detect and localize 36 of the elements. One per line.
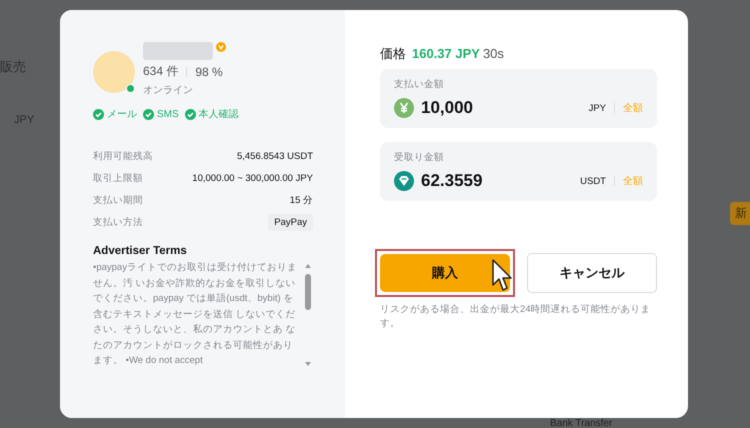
terms-text: •paypayライトでのお取引は受け付けておりません。汚 いお金や詐欺的なお金を取引しないでください。paypay では単語(usdt、bybit) を含むテキストメッセージを送信 しないでください。そうしないと、私のアカウントとあ なたのアカウントがロックされる可能性があります。 •We do not accept [93, 261, 298, 368]
detail-value: 10,000.00 ~ 300,000.00 JPY [192, 172, 313, 184]
terms-title: Advertiser Terms [93, 245, 188, 257]
price-label: 価格 [380, 45, 406, 63]
detail-label: 支払い期間 [93, 194, 143, 206]
payment-label: Bank Transfer [550, 418, 612, 428]
detail-label: 取引上限額 [93, 172, 143, 184]
amount-label: 支払い金額 [394, 78, 445, 91]
verification-label: SMS [157, 108, 179, 120]
completion-rate: 98 % [195, 64, 223, 78]
avatar [93, 51, 135, 93]
blurred-name [143, 42, 213, 60]
risk-note: リスクがある場合、出金が最大24時間遅れる可能性があります。 [380, 303, 652, 331]
verification-label: メール [107, 108, 137, 121]
currency-unit: USDT [580, 176, 606, 186]
amount-value: 62.3559 [421, 171, 484, 191]
detail-value: 5,456.8543 USDT [236, 150, 313, 162]
detail-label: 支払い方法 [93, 216, 143, 228]
payment-method-tag: PayPay [268, 214, 313, 230]
detail-label: 利用可能残高 [93, 150, 153, 162]
detail-value: 15 分 [290, 194, 313, 206]
verification-label: 本人確認 [198, 108, 239, 121]
currency-unit: JPY [588, 102, 606, 114]
price-value: 160.37 JPY [412, 46, 480, 61]
amount-value: 10,000 [421, 98, 474, 118]
price-countdown: 30s [482, 46, 504, 61]
online-status: オンライン [143, 84, 194, 97]
cancel-button[interactable]: キャンセル [527, 253, 657, 293]
buy-button[interactable]: 購入 [380, 254, 510, 292]
amount-label: 受取り金額 [394, 151, 445, 164]
amount-field[interactable]: 支払い金額 10,000 JPY 全額 [380, 69, 657, 128]
order-count: 634 件 [143, 63, 178, 80]
new-tag: 新 [730, 202, 750, 225]
diamond-coin-icon [394, 171, 414, 191]
amount-field[interactable]: 受取り金額 62.3559 USDT 全額 [380, 142, 657, 201]
yen-coin-icon [394, 98, 414, 118]
